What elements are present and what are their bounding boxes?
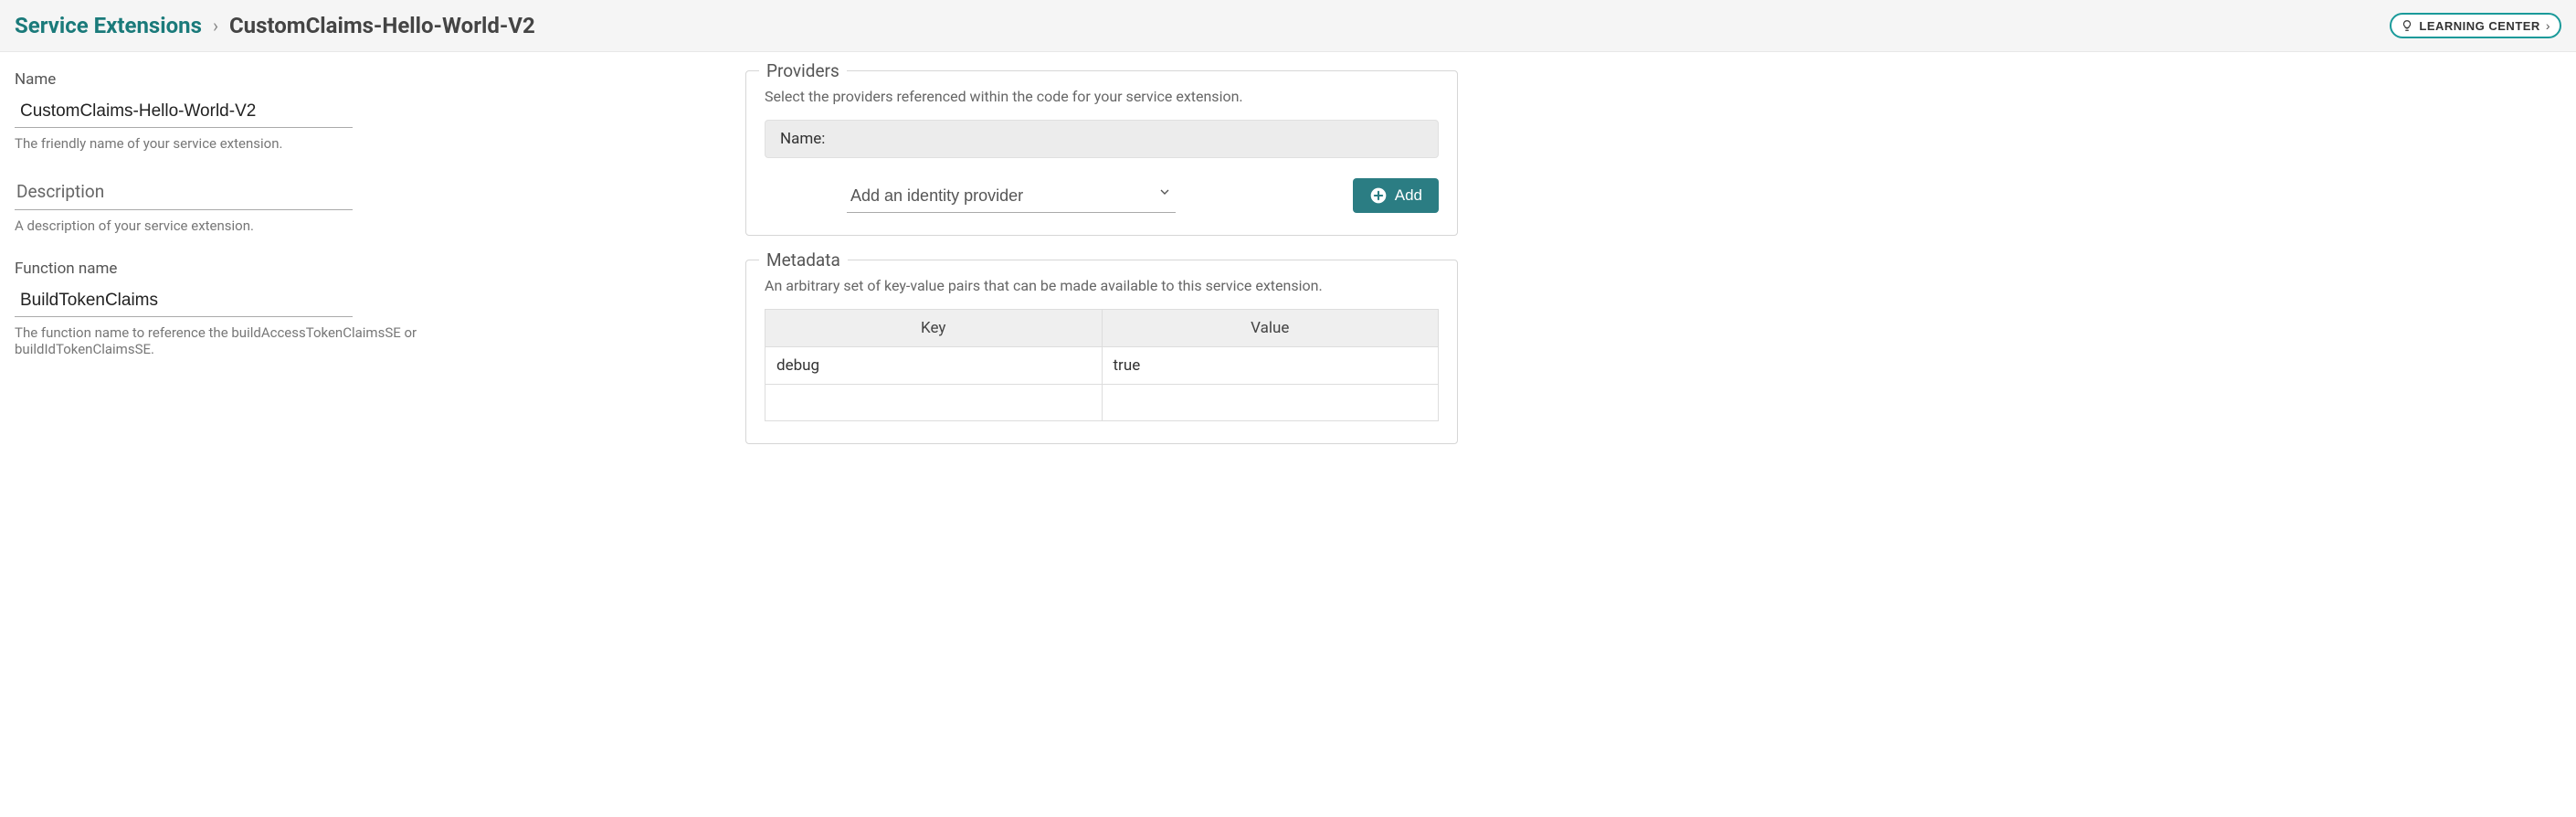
metadata-value-cell[interactable] [1102, 385, 1439, 421]
chevron-right-icon: › [213, 15, 218, 37]
metadata-fieldset: Metadata An arbitrary set of key-value p… [745, 260, 1458, 444]
function-name-help: The function name to reference the build… [15, 324, 526, 357]
metadata-key-header: Key [765, 310, 1103, 347]
learning-center-label: LEARNING CENTER [2419, 19, 2539, 33]
metadata-key-cell[interactable] [765, 385, 1103, 421]
function-name-input[interactable] [15, 285, 353, 317]
providers-fieldset: Providers Select the providers reference… [745, 70, 1458, 236]
metadata-key-cell[interactable]: debug [765, 347, 1103, 385]
breadcrumb-root[interactable]: Service Extensions [15, 13, 202, 38]
metadata-legend: Metadata [759, 249, 848, 271]
name-label: Name [15, 70, 709, 89]
providers-legend: Providers [759, 60, 847, 81]
chevron-right-icon: › [2546, 18, 2550, 33]
breadcrumb-current: CustomClaims-Hello-World-V2 [229, 13, 535, 38]
providers-description: Select the providers referenced within t… [765, 88, 1439, 105]
add-button-label: Add [1395, 186, 1422, 205]
metadata-value-header: Value [1102, 310, 1439, 347]
identity-provider-select[interactable]: Add an identity provider [847, 179, 1176, 213]
metadata-value-cell[interactable]: true [1102, 347, 1439, 385]
lightbulb-icon [2401, 19, 2413, 32]
name-help: The friendly name of your service extens… [15, 135, 709, 152]
providers-name-bar: Name: [765, 120, 1439, 158]
metadata-table: Key Value debug true [765, 309, 1439, 421]
table-row[interactable]: debug true [765, 347, 1439, 385]
description-label: Description [16, 181, 104, 202]
function-name-label: Function name [15, 260, 709, 278]
description-help: A description of your service extension. [15, 218, 709, 234]
name-input[interactable] [15, 96, 353, 128]
plus-circle-icon [1369, 186, 1388, 205]
add-provider-button[interactable]: Add [1353, 178, 1439, 213]
learning-center-button[interactable]: LEARNING CENTER › [2390, 13, 2561, 38]
table-row[interactable] [765, 385, 1439, 421]
metadata-description: An arbitrary set of key-value pairs that… [765, 277, 1439, 294]
breadcrumb: Service Extensions › CustomClaims-Hello-… [15, 13, 535, 38]
